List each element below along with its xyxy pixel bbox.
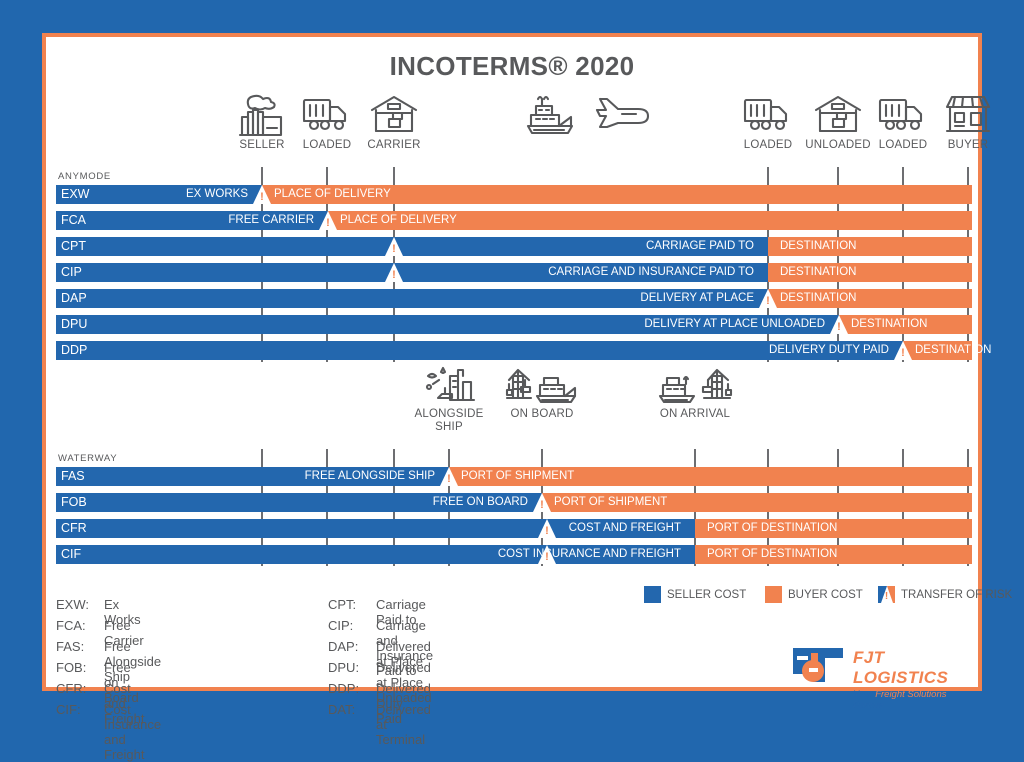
legend-item-transfer-of-risk: ! TRANSFER OF RISK — [878, 586, 1013, 603]
buyer-cost-label: PORT OF DESTINATION — [707, 522, 838, 534]
top-icon-label: CARRIER — [367, 139, 421, 151]
glossary-abbr: EXW: — [56, 597, 89, 612]
buyer-cost-label: PLACE OF DELIVERY — [340, 214, 457, 226]
buyer-cost-label: DESTINATION — [851, 318, 928, 330]
incoterm-row-fob[interactable]: FOB FREE ON BOARD PORT OF SHIPMENT! — [56, 493, 972, 512]
seller-cost-label: CARRIAGE AND INSURANCE PAID TO — [548, 266, 754, 278]
logo-text-block: FJT LOGISTICS Your Freight Solutions Par… — [853, 648, 971, 711]
glossary-abbr: CIP: — [328, 618, 354, 633]
buyer-cost-label: DESTINATION — [780, 266, 857, 278]
ship-dock-icon — [401, 362, 497, 408]
page-title: INCOTERMS® 2020 — [389, 51, 635, 81]
incoterm-code: FAS — [61, 469, 85, 483]
glossary-abbr: FCA: — [56, 618, 86, 633]
glossary-abbr: CPT: — [328, 597, 357, 612]
incoterm-code: DPU — [61, 317, 88, 331]
buyer-cost-label: DESTINATION — [780, 240, 857, 252]
logo-tagline-part2: Freight Solutions — [875, 689, 947, 700]
glossary-abbr: DPU: — [328, 660, 360, 675]
logo-tagline-part3: Partner — [853, 700, 885, 711]
glossary-abbr: CFR: — [56, 681, 87, 696]
warehouse-icon — [346, 93, 442, 139]
incoterm-row-cfr[interactable]: CFR COST AND FREIGHT PORT OF DESTINATION! — [56, 519, 972, 538]
section-label-anymode: ANYMODE — [58, 171, 111, 182]
seller-cost-label: FREE CARRIER — [228, 214, 314, 226]
fjt-logo-icon — [793, 648, 843, 682]
waterway-icon-label: ON BOARD — [510, 408, 574, 420]
incoterm-code: DDP — [61, 343, 88, 357]
ship-crane-icon — [647, 362, 743, 408]
seller-cost-label: EX WORKS — [186, 188, 248, 200]
waterway-icon-0: ALONGSIDE SHIP — [401, 362, 497, 433]
buyer-cost-label: PORT OF SHIPMENT — [554, 496, 668, 508]
legend: SELLER COST BUYER COST! TRANSFER OF RISK — [46, 586, 1012, 608]
incoterm-code: CIF — [61, 547, 82, 561]
legend-label: SELLER COST — [667, 588, 747, 601]
logo-tagline: Your Freight Solutions Partner — [853, 689, 971, 711]
top-icon-label: BUYER — [947, 139, 989, 151]
buyer-cost-label: DESTINATION — [780, 292, 857, 304]
transfer-of-risk-swatch-icon: ! — [878, 586, 895, 603]
glossary-full: Cost Insurance and Freight — [104, 702, 162, 762]
legend-item-seller-cost: SELLER COST — [644, 586, 746, 603]
incoterm-row-fca[interactable]: FCA FREE CARRIER PLACE OF DELIVERY! — [56, 211, 972, 230]
glossary-abbr: DDP: — [328, 681, 360, 696]
logo-name: FJT LOGISTICS — [853, 648, 949, 687]
incoterm-code: FCA — [61, 213, 86, 227]
incoterm-code: CIP — [61, 265, 82, 279]
buyer-cost-label: PORT OF DESTINATION — [707, 548, 838, 560]
seller-cost-label: COST AND FREIGHT — [568, 522, 681, 534]
poster-canvas: INCOTERMS® 2020 SELLER LOADED CARRIER LO… — [42, 33, 1012, 762]
seller-cost-label: DELIVERY AT PLACE — [640, 292, 754, 304]
seller-cost-label: FREE ALONGSIDE SHIP — [304, 470, 435, 482]
seller-cost-label: FREE ON BOARD — [432, 496, 528, 508]
buyer-cost-label: PORT OF SHIPMENT — [461, 470, 575, 482]
seller-cost-label: DELIVERY DUTY PAID — [769, 344, 889, 356]
top-icon-plane-4 — [577, 93, 673, 139]
waterway-icon-label: ON ARRIVAL — [659, 408, 731, 420]
store-icon — [920, 93, 1016, 139]
legend-label: TRANSFER OF RISK — [901, 588, 1013, 601]
section-label-waterway: WATERWAY — [58, 453, 118, 464]
incoterm-row-exw[interactable]: EXW EX WORKS PLACE OF DELIVERY! — [56, 185, 972, 204]
seller-cost-label: COST INSURANCE AND FREIGHT — [497, 548, 681, 560]
top-icon-carrier-2: CARRIER — [346, 93, 442, 152]
glossary-abbr: CIF: — [56, 702, 81, 717]
fjt-logistics-logo: FJT LOGISTICS Your Freight Solutions Par… — [791, 644, 971, 711]
glossary-abbr: DAT: — [328, 702, 356, 717]
seller-cost-label: DELIVERY AT PLACE UNLOADED — [644, 318, 825, 330]
orange-swatch-icon — [765, 586, 782, 603]
glossary-abbr: DAP: — [328, 639, 359, 654]
waterway-icon-1: ON BOARD — [494, 362, 590, 421]
incoterm-code: DAP — [61, 291, 87, 305]
glossary-full: Delivered at Terminal — [376, 702, 431, 747]
legend-item-buyer-cost: BUYER COST — [765, 586, 863, 603]
logo-tagline-part1: Your — [853, 689, 876, 700]
incoterm-code: CFR — [61, 521, 87, 535]
buyer-cost-label: DESTINATION — [915, 344, 992, 356]
incoterm-code: FOB — [61, 495, 87, 509]
waterway-icon-2: ON ARRIVAL — [647, 362, 743, 421]
incoterm-row-cip[interactable]: CIP CARRIAGE AND INSURANCE PAID TO DESTINA… — [56, 263, 972, 282]
buyer-cost-label: PLACE OF DELIVERY — [274, 188, 391, 200]
glossary-abbr: FOB: — [56, 660, 87, 675]
incoterm-code: CPT — [61, 239, 86, 253]
blue-swatch-icon — [644, 586, 661, 603]
incoterm-row-cif[interactable]: CIF COST INSURANCE AND FREIGHT PORT OF DES… — [56, 545, 972, 564]
incoterm-row-ddp[interactable]: DDP DELIVERY DUTY PAID DESTINATION! — [56, 341, 991, 360]
glossary-abbr: FAS: — [56, 639, 85, 654]
plane-icon — [577, 93, 673, 139]
top-icon-buyer-8: BUYER — [920, 93, 1016, 152]
incoterm-code: EXW — [61, 187, 90, 201]
seller-cost-label: CARRIAGE PAID TO — [646, 240, 754, 252]
crane-ship-icon — [494, 362, 590, 408]
legend-label: BUYER COST — [788, 588, 863, 601]
incoterm-row-fas[interactable]: FAS FREE ALONGSIDE SHIP PORT OF SHIPMENT! — [56, 467, 972, 486]
incoterm-row-dpu[interactable]: DPU DELIVERY AT PLACE UNLOADED DESTINATION… — [56, 315, 972, 334]
waterway-icon-label: ALONGSIDE SHIP — [414, 408, 484, 433]
incoterm-row-dap[interactable]: DAP DELIVERY AT PLACE DESTINATION! — [56, 289, 972, 308]
incoterm-row-cpt[interactable]: CPT CARRIAGE PAID TO DESTINATION! — [56, 237, 972, 256]
